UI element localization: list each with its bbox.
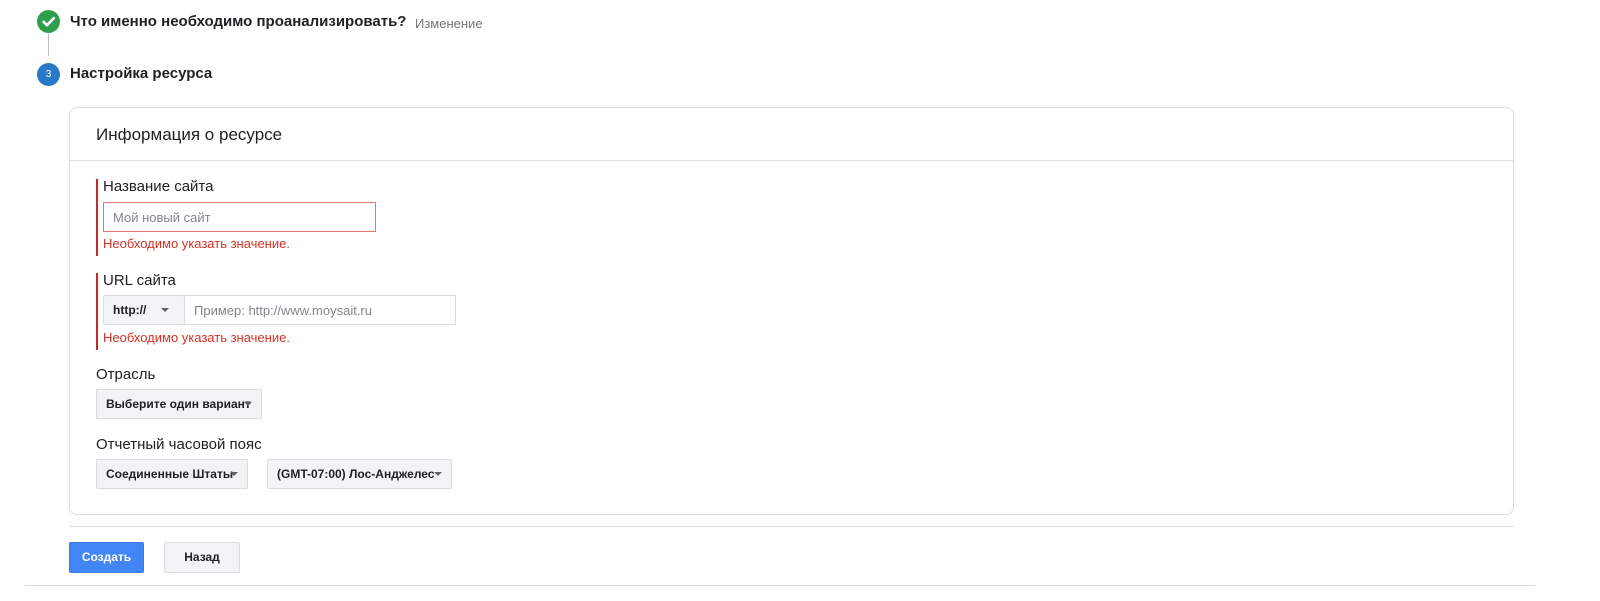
chevron-down-icon (230, 472, 238, 476)
property-info-card: Информация о ресурсе Название сайта Необ… (69, 107, 1514, 515)
page-divider (25, 585, 1535, 586)
create-button[interactable]: Создать (69, 542, 144, 573)
card-title: Информация о ресурсе (96, 125, 283, 144)
protocol-select[interactable]: http:// (103, 295, 185, 325)
page: Что именно необходимо проанализировать? … (0, 0, 1600, 601)
chevron-down-icon (161, 308, 169, 312)
timezone-label: Отчетный часовой пояс (96, 436, 262, 453)
edit-step-link[interactable]: Изменение (415, 16, 483, 31)
step-number-badge: 3 (37, 63, 60, 86)
chevron-down-icon (434, 472, 442, 476)
site-name-label: Название сайта (103, 178, 214, 195)
site-name-input[interactable] (103, 202, 376, 232)
industry-select[interactable]: Выберите один вариант (96, 389, 262, 419)
stepper-connector (48, 34, 49, 56)
step-title-property-setup: Настройка ресурса (70, 65, 213, 82)
card-divider (70, 160, 1513, 161)
site-url-input[interactable] (184, 295, 456, 325)
step-title-analyze: Что именно необходимо проанализировать? (70, 13, 407, 30)
site-url-error-message: Необходимо указать значение. (103, 330, 290, 345)
checkmark-icon (37, 10, 60, 33)
site-name-error-indicator (96, 179, 98, 256)
timezone-country-select[interactable]: Соединенные Штаты (96, 459, 248, 489)
actions-divider (69, 526, 1514, 527)
protocol-select-value: http:// (113, 303, 147, 317)
timezone-country-value: Соединенные Штаты (106, 467, 234, 481)
timezone-zone-select[interactable]: (GMT-07:00) Лос-Анджелес (267, 459, 452, 489)
industry-label: Отрасль (96, 366, 156, 383)
timezone-zone-value: (GMT-07:00) Лос-Анджелес (277, 467, 435, 481)
back-button[interactable]: Назад (164, 542, 240, 573)
site-name-error-message: Необходимо указать значение. (103, 236, 290, 251)
chevron-down-icon (244, 402, 252, 406)
industry-select-value: Выберите один вариант (106, 397, 251, 411)
site-url-label: URL сайта (103, 272, 176, 289)
site-url-error-indicator (96, 273, 98, 350)
